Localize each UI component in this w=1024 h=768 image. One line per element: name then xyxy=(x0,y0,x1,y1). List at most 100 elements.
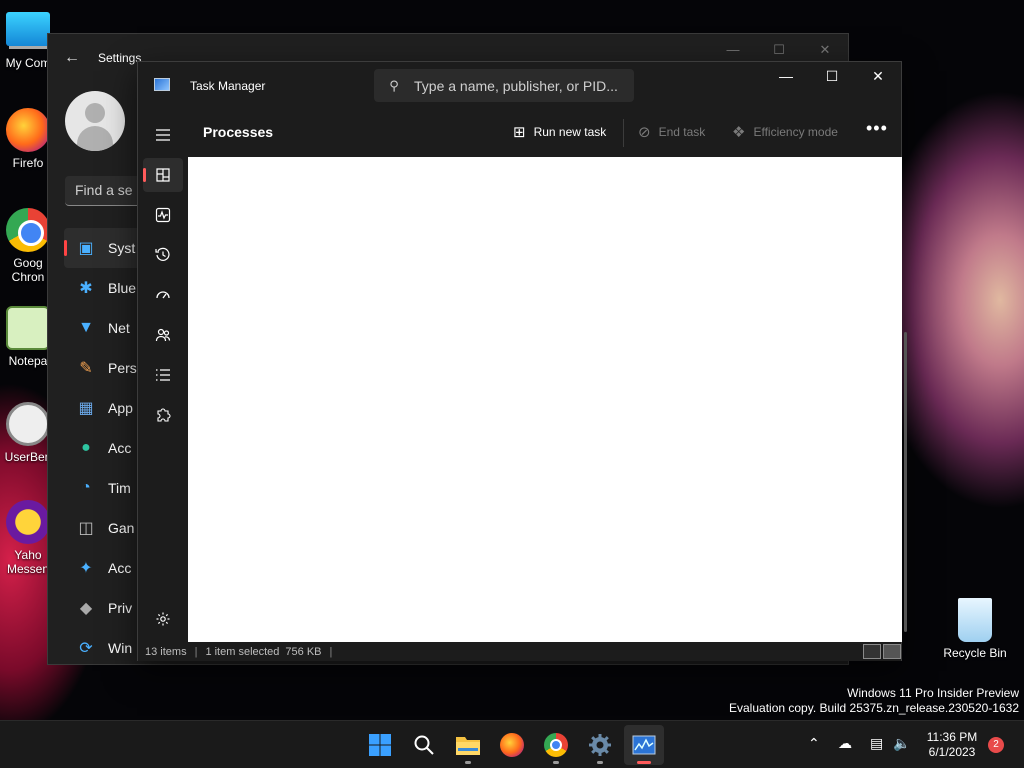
watermark-line-1: Windows 11 Pro Insider Preview xyxy=(847,686,1019,700)
minimize-icon[interactable]: — xyxy=(710,42,756,58)
settings-nav-item-gaming[interactable]: ◫ Gan xyxy=(64,508,146,548)
person-icon: ● xyxy=(81,439,91,456)
efficiency-mode-button[interactable]: ❖ Efficiency mode xyxy=(732,123,838,141)
vertical-scrollbar[interactable] xyxy=(904,332,907,632)
settings-title: Settings xyxy=(98,51,142,65)
running-indicator xyxy=(465,761,471,764)
settings-nav-item-windows-update[interactable]: ⟳ Win xyxy=(64,628,146,668)
settings-nav-item-privacy[interactable]: ◆ Priv xyxy=(64,588,146,628)
nav-performance-button[interactable] xyxy=(143,198,183,232)
firefox-icon xyxy=(500,733,524,757)
page-title: Processes xyxy=(203,124,274,140)
settings-nav-item-apps[interactable]: ▦ App xyxy=(64,388,146,428)
volume-icon[interactable]: 🔈 xyxy=(893,735,910,752)
settings-nav-item-accessibility[interactable]: ✦ Acc xyxy=(64,548,146,588)
shield-icon: ◆ xyxy=(79,600,93,617)
onedrive-offline-icon[interactable]: ☁ xyxy=(838,735,852,752)
nav-startup-apps-button[interactable] xyxy=(143,278,183,312)
monitor-icon: ▣ xyxy=(78,240,94,257)
show-hidden-icons-chevron-icon[interactable]: ⌃ xyxy=(808,735,820,752)
task-manager-icon xyxy=(632,735,656,755)
running-indicator xyxy=(553,761,559,764)
settings-nav-item-personalization[interactable]: ✎ Pers xyxy=(64,348,146,388)
gamepad-icon: ◫ xyxy=(78,520,94,537)
back-arrow-icon[interactable]: ← xyxy=(48,49,96,67)
nav-settings-button[interactable] xyxy=(143,602,183,636)
puzzle-icon xyxy=(157,408,171,422)
active-indicator xyxy=(637,761,651,764)
task-manager-titlebar[interactable]: Task Manager ⚲ — ☐ ✕ xyxy=(138,62,901,110)
run-new-task-label: Run new task xyxy=(533,125,607,139)
notification-badge[interactable]: 2 xyxy=(988,737,1004,753)
task-manager-app-icon xyxy=(154,78,170,91)
performance-icon xyxy=(155,207,171,223)
process-search-box[interactable]: ⚲ xyxy=(374,69,634,102)
clock-date: 6/1/2023 xyxy=(928,745,976,759)
users-icon xyxy=(155,328,171,342)
close-icon[interactable]: ✕ xyxy=(855,62,901,90)
wifi-icon: ▼ xyxy=(78,319,94,336)
processes-content-area[interactable] xyxy=(188,157,907,642)
end-task-button[interactable]: ⊘ End task xyxy=(638,123,705,141)
settings-nav-item-accounts[interactable]: ● Acc xyxy=(64,428,146,468)
search-icon: ⚲ xyxy=(389,77,399,93)
settings-nav-item-bluetooth[interactable]: ✱ Blue xyxy=(64,268,146,308)
compact-view-icon[interactable] xyxy=(883,644,901,659)
taskbar-settings[interactable] xyxy=(580,725,620,765)
clock-time: 11:36 PM xyxy=(926,730,978,744)
settings-nav-item-system[interactable]: ▣ Syst xyxy=(64,228,146,268)
task-manager-window[interactable]: Task Manager ⚲ — ☐ ✕ xyxy=(137,61,907,661)
folder-icon xyxy=(456,737,480,755)
nav-label: Priv xyxy=(108,600,133,616)
hamburger-icon xyxy=(156,129,170,141)
nav-services-button[interactable] xyxy=(143,398,183,432)
settings-window-controls: — ☐ ✕ xyxy=(710,42,848,58)
yahoo-messenger-icon xyxy=(6,500,50,544)
maximize-icon[interactable]: ☐ xyxy=(756,42,802,58)
apps-icon: ▦ xyxy=(78,400,94,417)
run-new-task-button[interactable]: ⊞ Run new task xyxy=(513,123,606,141)
processes-icon xyxy=(156,168,170,182)
new-task-icon: ⊞ xyxy=(513,124,526,141)
start-button[interactable] xyxy=(360,725,400,765)
task-manager-title: Task Manager xyxy=(190,79,266,93)
settings-nav-item-time-language[interactable]: ◔ Tim xyxy=(64,468,146,508)
efficiency-mode-label: Efficiency mode xyxy=(753,125,838,139)
nav-label: App xyxy=(108,400,133,416)
user-avatar[interactable] xyxy=(65,91,125,151)
desktop-icon-recycle-bin[interactable]: Recycle Bin xyxy=(939,598,1011,660)
minimize-icon[interactable]: — xyxy=(763,62,809,90)
userbenchmark-icon xyxy=(6,402,50,446)
settings-nav-item-network[interactable]: ▼ Net xyxy=(64,308,146,348)
nav-label: Acc xyxy=(108,440,132,456)
nav-label: Acc xyxy=(108,560,132,576)
speedometer-icon xyxy=(156,291,170,299)
nav-users-button[interactable] xyxy=(143,318,183,352)
taskbar-firefox[interactable] xyxy=(492,725,532,765)
details-view-icon[interactable] xyxy=(863,644,881,659)
nav-app-history-button[interactable] xyxy=(143,238,183,272)
taskbar-chrome[interactable] xyxy=(536,725,576,765)
more-options-icon[interactable]: ••• xyxy=(866,118,888,139)
bluetooth-icon: ✱ xyxy=(79,280,93,297)
maximize-icon[interactable]: ☐ xyxy=(809,62,855,90)
nav-processes-button[interactable] xyxy=(143,158,183,192)
nav-details-button[interactable] xyxy=(143,358,183,392)
taskbar-search-button[interactable] xyxy=(404,725,444,765)
taskbar-task-manager[interactable] xyxy=(624,725,664,765)
leaf-icon: ❖ xyxy=(732,124,746,141)
taskbar-clock[interactable]: 11:36 PM 6/1/2023 xyxy=(920,730,984,760)
hamburger-menu-button[interactable] xyxy=(143,118,183,152)
brush-icon: ✎ xyxy=(79,360,93,377)
evaluation-watermark: Windows 11 Pro Insider Preview Evaluatio… xyxy=(729,686,1019,716)
view-toggles xyxy=(863,644,901,659)
process-search-input[interactable] xyxy=(414,77,624,94)
nav-label: Syst xyxy=(108,240,136,256)
close-icon[interactable]: ✕ xyxy=(802,42,848,58)
desktop-icon-label: Goog Chron xyxy=(11,256,45,284)
windows-logo-icon xyxy=(369,734,391,756)
network-icon[interactable]: ▤ xyxy=(870,735,883,752)
nav-label: Win xyxy=(108,640,133,656)
taskbar-file-explorer[interactable] xyxy=(448,725,488,765)
nav-label: Blue xyxy=(108,280,137,296)
